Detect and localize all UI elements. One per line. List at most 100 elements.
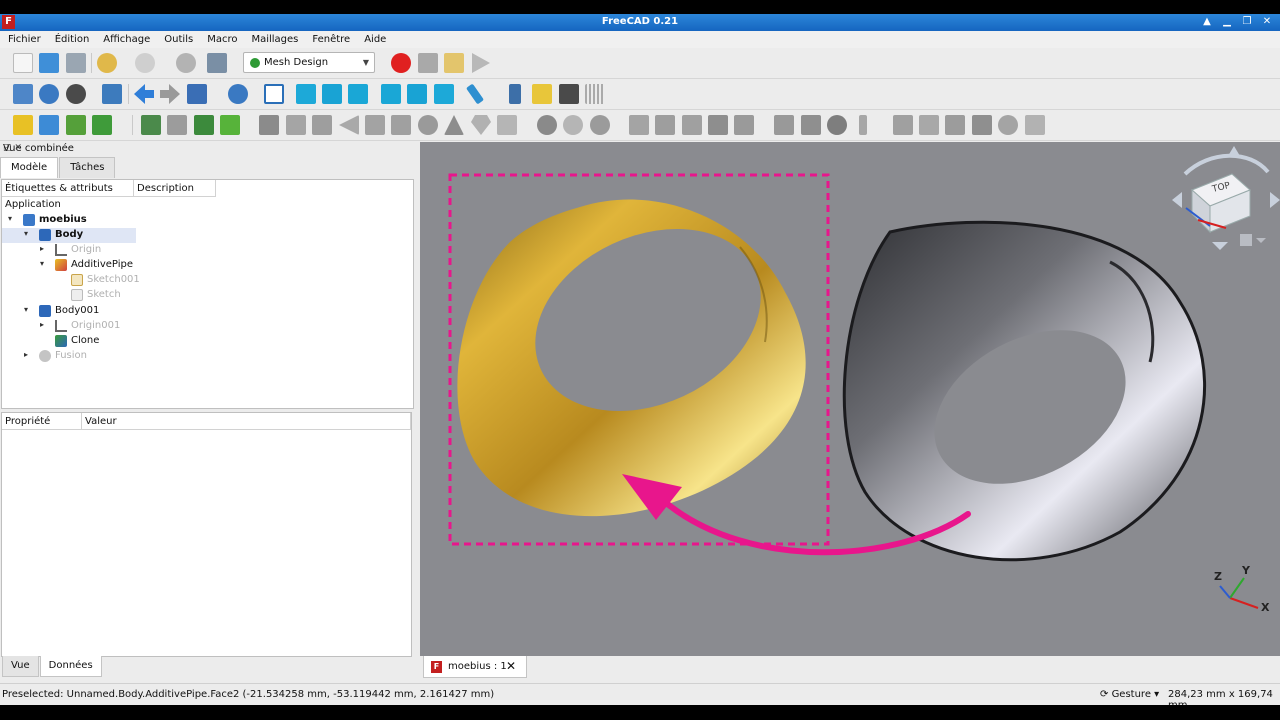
tab-taches[interactable]: Tâches [59,157,116,178]
expand-caret-icon[interactable]: ▸ [40,244,50,253]
collapse-caret-icon[interactable]: ▾ [24,305,34,314]
create-group-icon[interactable] [532,84,552,104]
record-macro-icon[interactable] [391,53,411,73]
menu-fenetre[interactable]: Fenêtre [304,34,356,45]
cut-mesh-icon[interactable] [629,115,649,135]
merge-icon[interactable] [774,115,794,135]
tab-donnees[interactable]: Données [39,656,102,677]
left-view-icon[interactable] [434,84,454,104]
3d-viewport[interactable]: TOP X Y Z [420,142,1280,656]
remove-components-icon[interactable] [391,115,411,135]
bottom-view-icon[interactable] [407,84,427,104]
restore-icon[interactable]: ▲ [1200,15,1214,29]
undo-icon[interactable] [97,53,117,73]
collapse-caret-icon[interactable]: ▾ [24,229,34,238]
tree-item-body001[interactable]: ▾ Body001 [2,304,402,319]
workbench-selector[interactable]: Mesh Design ▼ [243,52,375,73]
front-view-icon[interactable] [296,84,316,104]
intersection-icon[interactable] [563,115,583,135]
redo-icon[interactable] [135,53,155,73]
rear-view-icon[interactable] [381,84,401,104]
tree-item-sketch001[interactable]: Sketch001 [2,273,402,288]
cross-sections-icon[interactable] [708,115,728,135]
add-facet-icon[interactable] [893,115,913,135]
draw-style-icon[interactable] [66,84,86,104]
spreadsheet-icon[interactable] [559,84,579,104]
inspect-icon[interactable] [998,115,1018,135]
trim-mesh-icon[interactable] [655,115,675,135]
smooth-icon[interactable] [418,115,438,135]
prop-header-property[interactable]: Propriété [2,413,82,430]
difference-icon[interactable] [590,115,610,135]
export-mesh-icon[interactable] [92,115,112,135]
grid-icon[interactable] [585,84,605,104]
fill-holes-icon[interactable] [339,115,359,135]
mesh-primitive-icon[interactable] [194,115,214,135]
flip-normals-icon[interactable] [312,115,332,135]
tree-item-origin001[interactable]: ▸ Origin001 [2,319,402,334]
link-icon[interactable] [509,84,521,104]
tree-item-body[interactable]: ▾ Body [2,228,136,243]
regular-solid-icon[interactable] [220,115,240,135]
tree-header-labels[interactable]: Étiquettes & attributs [2,180,134,197]
measure-distance-icon[interactable] [465,83,485,105]
close-icon[interactable]: ✕ [1260,15,1274,29]
open-folder-icon[interactable] [39,53,59,73]
new-document-icon[interactable] [13,53,33,73]
fit-all-icon[interactable] [13,84,33,104]
import-mesh-icon[interactable] [66,115,86,135]
close-tab-icon[interactable]: ✕ [506,659,516,673]
edit-macro-icon[interactable] [444,53,464,73]
bounding-box-icon[interactable] [102,84,122,104]
isometric-view-icon[interactable] [264,84,284,104]
fit-selection-icon[interactable] [39,84,59,104]
save-icon[interactable] [66,53,86,73]
mesh-from-shape-icon[interactable] [141,115,161,135]
tab-modele[interactable]: Modèle [0,157,59,178]
document-tab-moebius[interactable]: F moebius : 1 ✕ [423,656,527,678]
menu-macro[interactable]: Macro [199,34,243,45]
close-hole-icon[interactable] [365,115,385,135]
tree-item-fusion[interactable]: ▸ Fusion [2,349,402,364]
segment-icon[interactable] [827,115,847,135]
refresh-icon[interactable] [176,53,196,73]
curvature-icon[interactable] [859,115,867,135]
part-body-icon[interactable] [13,115,33,135]
menu-affichage[interactable]: Affichage [95,34,156,45]
tree-item-origin[interactable]: ▸ Origin [2,243,402,258]
sync-view-icon[interactable] [187,84,207,104]
tree-item-sketch[interactable]: Sketch [2,288,402,303]
expand-caret-icon[interactable]: ▸ [24,350,34,359]
menu-outils[interactable]: Outils [156,34,199,45]
remove-facet-icon[interactable] [919,115,939,135]
whats-this-icon[interactable] [207,53,227,73]
expand-caret-icon[interactable]: ▸ [40,320,50,329]
evaluate-icon[interactable] [945,115,965,135]
dock-buttons[interactable]: ◰ ✕ [3,143,412,153]
maximize-icon[interactable]: ❐ [1240,15,1254,29]
right-view-icon[interactable] [348,84,368,104]
collapse-caret-icon[interactable]: ▾ [40,259,50,268]
minimize-icon[interactable]: ▁ [1220,15,1234,29]
top-view-icon[interactable] [322,84,342,104]
tree-item-moebius[interactable]: ▾ moebius [2,213,402,228]
tab-vue[interactable]: Vue [2,656,39,677]
remesh-icon[interactable] [167,115,187,135]
tree-item-additivepipe[interactable]: ▾ AdditivePipe [2,258,402,273]
analyze-icon[interactable] [259,115,279,135]
boundary-icon[interactable] [1025,115,1045,135]
forward-arrow-icon[interactable] [160,84,180,104]
section-icon[interactable] [734,115,754,135]
tree-item-clone[interactable]: Clone [2,334,402,349]
union-icon[interactable] [537,115,557,135]
harmonize-normals-icon[interactable] [286,115,306,135]
bounding-box-mesh-icon[interactable] [497,115,517,135]
back-arrow-icon[interactable] [134,84,154,104]
decimate-icon[interactable] [444,115,464,135]
silver-moebius-clone[interactable] [842,220,1206,562]
evaluate-solid-icon[interactable] [972,115,992,135]
gold-moebius-body[interactable] [457,194,806,517]
menu-aide[interactable]: Aide [356,34,392,45]
prop-header-value[interactable]: Valeur [82,413,411,430]
play-macro-icon[interactable] [472,53,490,73]
